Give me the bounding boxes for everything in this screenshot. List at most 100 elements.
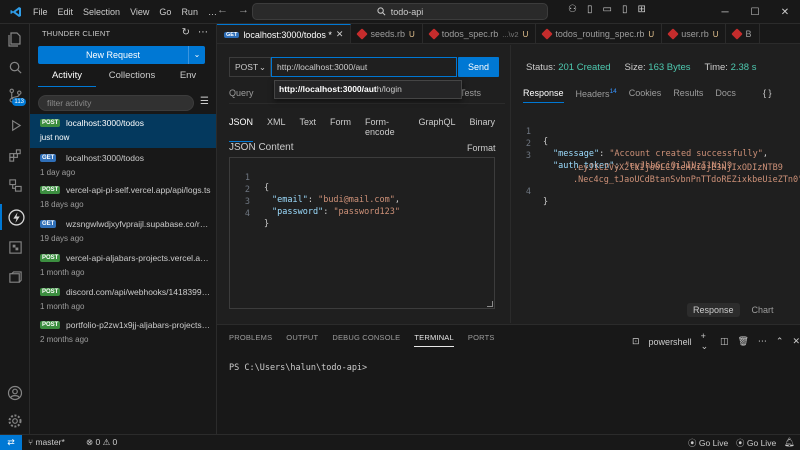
tab-todos-spec-rb[interactable]: todos_spec.rb ...\v2 U — [423, 24, 537, 43]
method-select[interactable]: POST ⌄ — [229, 57, 271, 77]
braces-icon[interactable]: { } — [763, 88, 772, 98]
split-terminal-icon[interactable]: ◫ — [720, 336, 729, 347]
tab-collections[interactable]: Collections — [96, 70, 168, 87]
bell-icon[interactable]: 🔔︎ — [784, 437, 795, 448]
run-debug-icon[interactable] — [0, 112, 30, 138]
new-terminal-icon[interactable]: + ⌄ — [701, 331, 711, 352]
go-live-button-2[interactable]: ⦿ Go Live — [736, 437, 776, 449]
tab-todos-routing-spec-rb[interactable]: todos_routing_spec.rb U — [536, 24, 663, 43]
resize-handle[interactable] — [487, 301, 493, 307]
thunder-client-sidebar: THUNDER CLIENT ↻ ⋯ New Request ⌄ Activit… — [30, 24, 217, 434]
url-input[interactable]: http://localhost:3000/aut — [271, 57, 457, 77]
activity-time: 19 days ago — [40, 234, 84, 243]
tab-activity[interactable]: Activity — [38, 70, 96, 87]
tab-docs[interactable]: Docs — [715, 88, 736, 103]
terminal-prompt[interactable]: PS C:\Users\halun\todo-api> — [229, 363, 367, 373]
tab-headers[interactable]: Headers14 — [576, 88, 617, 103]
layout-secondary-icon[interactable]: ▯ — [622, 4, 628, 15]
go-live-button[interactable]: ⦿ Go Live — [688, 437, 728, 449]
branch-indicator[interactable]: ⑂ master* — [28, 437, 65, 447]
activity-item[interactable]: GET wzsngwlwdjxyfvpraijl.supabase.co/res… — [30, 215, 216, 249]
format-button[interactable]: Format — [467, 143, 496, 153]
database-icon[interactable] — [0, 234, 30, 260]
layout-panel-icon[interactable]: ▭ — [602, 4, 611, 15]
maximize-panel-icon[interactable]: ⌃ — [776, 336, 784, 347]
tab-form[interactable]: Form — [330, 117, 351, 142]
tab-graphql[interactable]: GraphQL — [418, 117, 455, 142]
tab-tests[interactable]: Tests — [460, 88, 481, 98]
more-actions-icon[interactable]: ⋯ — [198, 27, 208, 38]
remote-explorer-icon[interactable] — [0, 172, 30, 198]
search-icon[interactable] — [0, 54, 30, 80]
activity-item[interactable]: POST discord.com/api/webhooks/14183999..… — [30, 283, 216, 317]
activity-item[interactable]: POST vercel-api-aljabars-projects.vercel… — [30, 249, 216, 283]
command-center-search[interactable]: todo-api — [252, 3, 548, 20]
activity-item[interactable]: POST vercel-api-pi-self.vercel.app/api/l… — [30, 181, 216, 215]
explorer-icon[interactable] — [0, 26, 30, 52]
activity-item[interactable]: POST portfolio-p2zw1x9jj-aljabars-projec… — [30, 316, 216, 350]
tab-problems[interactable]: PROBLEMS — [229, 333, 272, 347]
code-line: .eyJ1c2VyX2lkIjo0LCJleHAiOjE3NjIxODIzNTB… — [511, 153, 783, 173]
tab-localhost-todos[interactable]: GET localhost:3000/todos * ✕ — [217, 24, 352, 43]
account-icon[interactable] — [0, 380, 30, 406]
json-body-editor[interactable]: 1 { 2 "email": "budi@mail.com", 3 "passw… — [229, 157, 495, 309]
activity-item[interactable]: POST localhost:3000/todos just now — [30, 114, 216, 148]
back-arrow-icon[interactable]: ← — [217, 4, 228, 16]
chevron-down-icon[interactable]: ⌄ — [188, 46, 205, 64]
maximize-icon[interactable]: ☐ — [740, 0, 770, 24]
tab-env[interactable]: Env — [168, 70, 208, 87]
untracked-status: U — [408, 29, 415, 39]
menu-file[interactable]: File — [28, 7, 53, 17]
menu-selection[interactable]: Selection — [78, 7, 125, 17]
close-icon[interactable]: ✕ — [770, 0, 800, 24]
menu-view[interactable]: View — [125, 7, 154, 17]
line-number: 4 — [244, 209, 250, 219]
refresh-icon[interactable]: ↻ — [182, 27, 190, 38]
extensions-icon[interactable] — [0, 142, 30, 168]
more-actions-icon[interactable]: ⋯ — [758, 336, 767, 347]
tab-user-rb[interactable]: user.rb U — [662, 24, 727, 43]
source-control-icon[interactable]: 113 — [0, 82, 30, 108]
activity-time: 2 months ago — [40, 335, 89, 344]
tab-ports[interactable]: PORTS — [468, 333, 495, 347]
minimize-icon[interactable]: ─ — [710, 0, 740, 24]
docker-icon[interactable] — [0, 264, 30, 290]
menu-edit[interactable]: Edit — [53, 7, 79, 17]
customize-layout-icon[interactable]: ⊞ — [637, 4, 645, 15]
tab-seeds-rb[interactable]: seeds.rb U — [351, 24, 423, 43]
tab-debug-console[interactable]: DEBUG CONSOLE — [332, 333, 400, 347]
tab-form-encode[interactable]: Form-encode — [365, 117, 404, 142]
tab-xml[interactable]: XML — [267, 117, 286, 142]
close-panel-icon[interactable]: ✕ — [792, 336, 800, 347]
layout-sidebar-icon[interactable]: ▯ — [587, 4, 593, 15]
new-request-button[interactable]: New Request ⌄ — [38, 46, 205, 64]
menu-go[interactable]: Go — [154, 7, 176, 17]
remote-indicator-icon[interactable]: ⇄ — [0, 435, 22, 450]
activity-item[interactable]: GET localhost:3000/todos 1 day ago — [30, 149, 216, 183]
tab-text[interactable]: Text — [300, 117, 317, 142]
menu-run[interactable]: Run — [176, 7, 203, 17]
tab-binary[interactable]: Binary — [469, 117, 495, 142]
send-button[interactable]: Send — [458, 57, 499, 77]
response-view-button[interactable]: Response — [687, 303, 740, 317]
chart-view-button[interactable]: Chart — [746, 303, 780, 317]
tab-cookies[interactable]: Cookies — [629, 88, 662, 103]
settings-gear-icon[interactable] — [0, 408, 30, 434]
problems-indicator[interactable]: ⊗ 0 ⚠ 0 — [86, 437, 117, 448]
filter-menu-icon[interactable]: ☰ — [200, 96, 209, 107]
shell-name[interactable]: powershell — [649, 337, 692, 347]
tab-results[interactable]: Results — [673, 88, 703, 103]
tab-terminal[interactable]: TERMINAL — [414, 333, 454, 347]
tab-json[interactable]: JSON — [229, 117, 254, 142]
kill-terminal-icon[interactable]: 🗑 — [737, 336, 748, 347]
tab-overflow[interactable]: B — [726, 24, 760, 43]
filter-activity-input[interactable]: filter activity — [38, 95, 194, 111]
tab-query[interactable]: Query — [229, 88, 254, 98]
tab-output[interactable]: OUTPUT — [286, 333, 318, 347]
close-icon[interactable]: ✕ — [336, 29, 344, 40]
thunder-client-icon[interactable] — [0, 204, 30, 230]
url-autocomplete-suggestion[interactable]: http://localhost:3000/auth/login — [274, 80, 462, 99]
tab-response[interactable]: Response — [523, 88, 564, 103]
forward-arrow-icon[interactable]: → — [238, 4, 249, 16]
copilot-icon[interactable]: ⚇ — [568, 4, 577, 15]
